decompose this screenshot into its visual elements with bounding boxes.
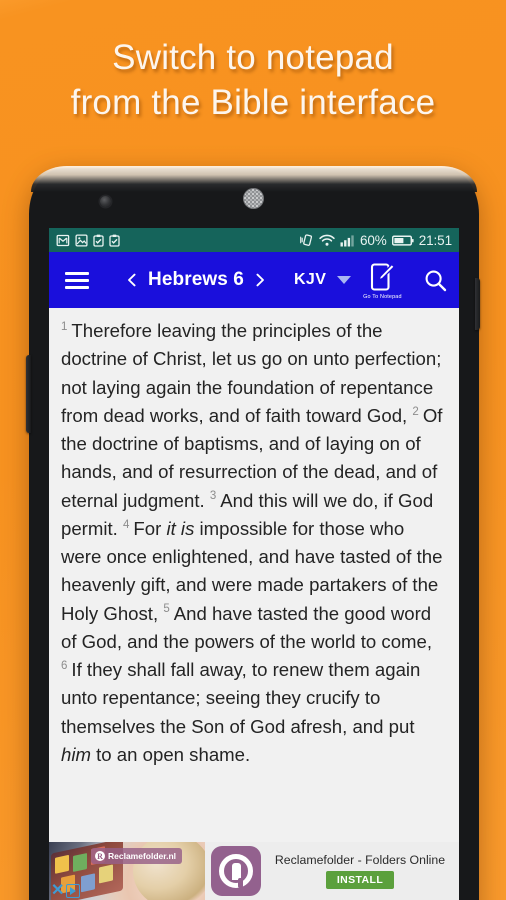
battery-icon — [391, 235, 414, 246]
gmail-icon — [56, 234, 70, 246]
ad-watermark: R Reclamefolder.nl — [91, 848, 183, 864]
clipboard-check-icon — [93, 234, 104, 247]
ad-watermark-logo-icon: R — [95, 851, 105, 861]
wifi-icon — [319, 234, 335, 246]
photo-icon — [75, 233, 88, 247]
search-button[interactable] — [424, 269, 447, 292]
status-bar: 60% 21:51 — [49, 228, 459, 252]
promo-headline: Switch to notepad from the Bible interfa… — [70, 38, 436, 122]
ad-install-button[interactable]: INSTALL — [325, 870, 395, 889]
battery-percentage: 60% — [359, 232, 387, 248]
verse-text-italic: him — [61, 743, 91, 765]
volume-rocker-button[interactable] — [26, 355, 31, 433]
notepad-button-label: Go To Notepad — [363, 293, 402, 301]
go-to-notepad-button[interactable]: Go To Notepad — [363, 262, 402, 301]
adchoices-icon[interactable] — [66, 884, 81, 898]
verse-number: 6 — [61, 659, 68, 672]
vibrate-icon — [300, 234, 313, 246]
ad-image: R Reclamefolder.nl ✕ — [49, 842, 205, 900]
ad-content: Reclamefolder - Folders Online INSTALL — [261, 853, 459, 889]
verse-text: If they shall fall away, to renew them a… — [61, 659, 421, 737]
app-toolbar: Hebrews 6 KJV Go To Notepad — [49, 252, 459, 308]
phone-screen: 60% 21:51 Hebrews 6 KJV Go To Notepad 1 … — [49, 228, 459, 900]
version-label: KJV — [293, 271, 327, 288]
verse-number: 3 — [209, 490, 217, 503]
earpiece-speaker-icon — [243, 188, 264, 209]
verse-number: 1 — [61, 320, 68, 333]
verse-text: to an open shame. — [90, 743, 251, 765]
status-bar-system-icons: 60% 21:51 — [300, 233, 452, 248]
signal-icon — [340, 234, 354, 246]
verse[interactable]: 1 Therefore leaving the principles of the… — [61, 320, 441, 426]
promo-screenshot: Switch to notepad from the Bible interfa… — [0, 0, 506, 900]
status-bar-clock: 21:51 — [418, 232, 452, 248]
power-button[interactable] — [475, 278, 480, 330]
chevron-down-icon — [337, 276, 352, 284]
book-chapter-label[interactable]: Hebrews 6 — [148, 269, 244, 291]
verse-text-italic: it is — [166, 517, 195, 539]
scripture-paragraph: 1 Therefore leaving the principles of the… — [61, 317, 448, 769]
version-selector[interactable]: KJV — [293, 271, 352, 289]
notepad-pencil-icon — [370, 263, 395, 291]
verse-number: 5 — [163, 603, 170, 616]
ad-banner[interactable]: R Reclamefolder.nl ✕ Reclamefolder - Fol… — [49, 842, 459, 900]
ad-watermark-text: Reclamefolder.nl — [108, 851, 177, 861]
chevron-right-icon[interactable] — [253, 273, 267, 287]
chevron-left-icon[interactable] — [125, 273, 139, 287]
verse-number: 4 — [123, 518, 130, 531]
verse[interactable]: 6 If they shall fall away, to renew them … — [61, 659, 420, 765]
status-bar-notification-icons — [56, 233, 120, 247]
front-camera-icon — [100, 196, 111, 207]
verse-number: 2 — [412, 405, 419, 418]
ad-title: Reclamefolder - Folders Online — [274, 853, 446, 868]
scripture-text-area[interactable]: 1 Therefore leaving the principles of the… — [49, 308, 459, 842]
close-x-icon[interactable]: ✕ — [51, 883, 64, 899]
chapter-navigator: Hebrews 6 — [125, 269, 267, 291]
verse-text: For — [133, 517, 167, 539]
hamburger-menu-icon[interactable] — [65, 271, 89, 289]
verse-text: Therefore leaving the principles of the … — [61, 320, 442, 426]
search-icon — [425, 270, 447, 291]
ad-controls[interactable]: ✕ — [51, 883, 81, 899]
clipboard-check-icon-2 — [109, 234, 120, 247]
ad-app-logo-icon — [211, 846, 261, 896]
